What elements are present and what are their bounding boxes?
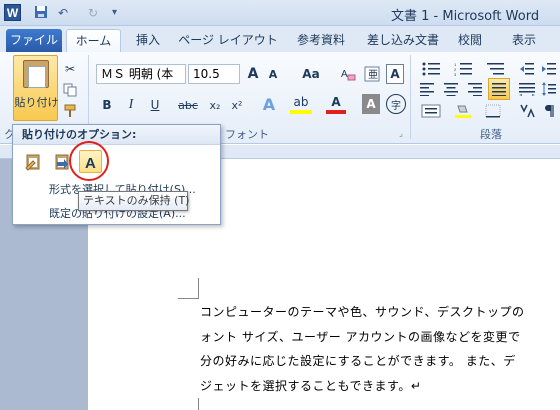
- decrease-indent-icon[interactable]: [518, 60, 536, 78]
- italic-button[interactable]: I: [122, 96, 140, 114]
- save-icon[interactable]: [34, 5, 48, 21]
- shading-icon[interactable]: [452, 102, 474, 120]
- document-line[interactable]: ジェットを選択することもできます。↵: [200, 377, 421, 394]
- paste-options-header: 貼り付けのオプション:: [13, 125, 220, 145]
- text-effects-button[interactable]: A: [258, 94, 280, 114]
- strikethrough-button[interactable]: abc: [176, 96, 200, 114]
- multilevel-list-icon[interactable]: [482, 60, 510, 78]
- change-case-button[interactable]: Aa: [298, 64, 324, 84]
- svg-text:A: A: [341, 69, 348, 80]
- tab-page-layout[interactable]: ページ レイアウト: [176, 29, 280, 52]
- enclose-characters-button[interactable]: 字: [386, 94, 406, 114]
- align-center-icon[interactable]: [442, 80, 460, 98]
- phonetic-guide-icon[interactable]: 亜: [362, 64, 382, 84]
- customize-qat-icon[interactable]: ▾: [112, 5, 117, 21]
- tab-mailings[interactable]: 差し込み文書: [362, 29, 444, 52]
- title-bar: W ↶ ↻ ▾ 文書 1 - Microsoft Word: [0, 0, 560, 26]
- font-name-field[interactable]: ＭＳ 明朝 (本: [96, 64, 186, 84]
- cut-icon[interactable]: ✂: [60, 60, 80, 78]
- distributed-icon[interactable]: [516, 80, 538, 98]
- word-app-icon[interactable]: W: [4, 4, 21, 21]
- font-size-field[interactable]: 10.5: [188, 64, 240, 84]
- borders-icon[interactable]: [482, 102, 504, 120]
- copy-icon[interactable]: [60, 81, 80, 99]
- subscript-button[interactable]: x₂: [206, 96, 224, 114]
- asian-layout-icon[interactable]: [418, 102, 444, 120]
- increase-indent-icon[interactable]: [540, 60, 558, 78]
- window-title: 文書 1 - Microsoft Word: [391, 9, 540, 24]
- group-separator: [410, 55, 411, 139]
- svg-text:亜: 亜: [368, 70, 378, 81]
- font-group-label: フォント: [225, 128, 269, 141]
- grow-font-button[interactable]: A: [244, 64, 262, 84]
- tab-review[interactable]: 校閲: [450, 29, 490, 52]
- tab-home[interactable]: ホーム: [66, 29, 121, 52]
- tooltip: テキストのみ保持 (T): [78, 191, 189, 211]
- margin-crop-mark: [198, 278, 199, 298]
- sort-icon[interactable]: [516, 102, 538, 120]
- margin-crop-mark: [178, 298, 199, 299]
- highlight-button[interactable]: ab: [290, 94, 312, 114]
- highlight-circle: [69, 141, 109, 181]
- tab-file[interactable]: ファイル: [6, 29, 62, 52]
- font-color-button[interactable]: A: [326, 94, 346, 114]
- show-formatting-icon[interactable]: [540, 102, 558, 120]
- paragraph-group-label: 段落: [480, 128, 502, 141]
- bold-button[interactable]: B: [98, 96, 116, 114]
- character-shading-button[interactable]: A: [362, 94, 380, 114]
- tab-view[interactable]: 表示: [504, 29, 544, 52]
- bullets-icon[interactable]: [418, 60, 446, 78]
- svg-text:3: 3: [454, 72, 457, 76]
- margin-crop-mark: [198, 398, 199, 410]
- clipboard-icon: [23, 60, 49, 88]
- format-painter-icon[interactable]: [60, 102, 80, 120]
- align-left-icon[interactable]: [418, 80, 436, 98]
- paste-label: 貼り付け: [14, 96, 59, 109]
- character-border-button[interactable]: A: [386, 64, 404, 84]
- document-line[interactable]: 分の好みに応じた設定にすることができます。 また、デ: [200, 352, 516, 369]
- ribbon-tab-bar: ファイル ホーム 挿入 ページ レイアウト 参考資料 差し込み文書 校閲 表示: [0, 26, 560, 52]
- undo-icon[interactable]: ↶: [58, 5, 68, 21]
- tab-insert[interactable]: 挿入: [128, 29, 168, 52]
- justify-icon[interactable]: [488, 78, 510, 100]
- align-right-icon[interactable]: [466, 80, 484, 98]
- superscript-button[interactable]: x²: [228, 96, 246, 114]
- paste-button[interactable]: 貼り付け: [13, 55, 59, 121]
- shrink-font-button[interactable]: A: [264, 64, 282, 84]
- numbering-icon[interactable]: 123: [450, 60, 478, 78]
- document-line[interactable]: コンピューターのテーマや色、サウンド、デスクトップの: [200, 303, 525, 320]
- underline-button[interactable]: U: [146, 96, 164, 114]
- keep-source-formatting-icon[interactable]: [21, 150, 44, 173]
- font-dialog-launcher-icon[interactable]: ⌟: [396, 128, 406, 138]
- clear-formatting-icon[interactable]: A: [338, 64, 358, 84]
- line-spacing-icon[interactable]: [540, 80, 558, 98]
- document-line[interactable]: ォント サイズ、ユーザー アカウントの画像などを変更で: [200, 328, 521, 345]
- tab-references[interactable]: 参考資料: [286, 29, 356, 52]
- redo-icon[interactable]: ↻: [88, 5, 98, 21]
